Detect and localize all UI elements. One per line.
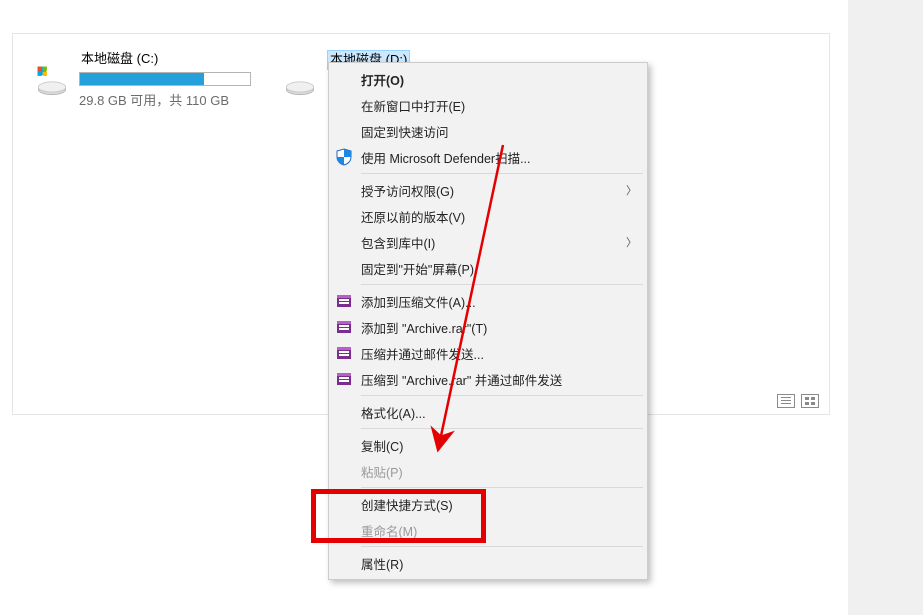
menu-grant-access-label: 授予访问权限(G)	[361, 181, 454, 200]
defender-shield-icon	[335, 148, 353, 166]
menu-separator	[361, 428, 643, 429]
menu-defender-scan[interactable]: 使用 Microsoft Defender扫描...	[331, 144, 645, 170]
drive-c-label: 本地磁盘 (C:)	[79, 50, 251, 68]
menu-copy[interactable]: 复制(C)	[331, 432, 645, 458]
menu-rar-add-label: 添加到压缩文件(A)...	[361, 292, 476, 311]
menu-include-lib-label: 包含到库中(I)	[361, 233, 435, 252]
menu-separator	[361, 284, 643, 285]
menu-defender-label: 使用 Microsoft Defender扫描...	[361, 148, 531, 167]
menu-winrar-compress-mail[interactable]: 压缩并通过邮件发送...	[331, 340, 645, 366]
menu-winrar-add-to-archive[interactable]: 添加到 "Archive.rar"(T)	[331, 314, 645, 340]
menu-open-new-window[interactable]: 在新窗口中打开(E)	[331, 92, 645, 118]
drive-c[interactable]: 本地磁盘 (C:) 29.8 GB 可用，共 110 GB	[35, 50, 285, 109]
menu-format[interactable]: 格式化(A)...	[331, 399, 645, 425]
view-details-icon[interactable]	[777, 394, 795, 408]
menu-format-label: 格式化(A)...	[361, 403, 426, 422]
menu-winrar-add[interactable]: 添加到压缩文件(A)...	[331, 288, 645, 314]
menu-pin-quick-label: 固定到快速访问	[361, 122, 449, 141]
menu-create-shortcut[interactable]: 创建快捷方式(S)	[331, 491, 645, 517]
menu-pin-quick-access[interactable]: 固定到快速访问	[331, 118, 645, 144]
right-gray-area	[848, 0, 923, 615]
winrar-icon	[335, 292, 353, 310]
winrar-icon	[335, 370, 353, 388]
menu-rename[interactable]: 重命名(M)	[331, 517, 645, 543]
drive-c-capacity-bar	[79, 72, 251, 86]
menu-separator	[361, 173, 643, 174]
menu-open-new-label: 在新窗口中打开(E)	[361, 96, 465, 115]
drive-icon	[283, 64, 317, 98]
menu-rar-add-to-label: 添加到 "Archive.rar"(T)	[361, 318, 487, 337]
menu-paste[interactable]: 粘贴(P)	[331, 458, 645, 484]
menu-pin-to-start[interactable]: 固定到"开始"屏幕(P)	[331, 255, 645, 281]
menu-rar-mail-label: 压缩并通过邮件发送...	[361, 344, 484, 363]
drive-icon	[35, 64, 69, 98]
menu-include-in-library[interactable]: 包含到库中(I) 〉	[331, 229, 645, 255]
menu-properties-label: 属性(R)	[361, 554, 403, 573]
drive-context-menu: 打开(O) 在新窗口中打开(E) 固定到快速访问 使用 Microsoft De…	[328, 62, 648, 580]
winrar-icon	[335, 344, 353, 362]
menu-grant-access[interactable]: 授予访问权限(G) 〉	[331, 177, 645, 203]
drive-c-capacity-fill	[80, 73, 204, 85]
view-mode-switcher	[777, 394, 819, 408]
menu-properties[interactable]: 属性(R)	[331, 550, 645, 576]
menu-previous-versions[interactable]: 还原以前的版本(V)	[331, 203, 645, 229]
menu-copy-label: 复制(C)	[361, 436, 403, 455]
menu-open-label: 打开(O)	[361, 70, 404, 89]
view-tiles-icon[interactable]	[801, 394, 819, 408]
menu-separator	[361, 487, 643, 488]
menu-rar-to-mail-label: 压缩到 "Archive.rar" 并通过邮件发送	[361, 370, 562, 389]
chevron-right-icon: 〉	[626, 234, 637, 250]
menu-paste-label: 粘贴(P)	[361, 462, 403, 481]
menu-open[interactable]: 打开(O)	[331, 66, 645, 92]
menu-separator	[361, 395, 643, 396]
menu-shortcut-label: 创建快捷方式(S)	[361, 495, 453, 514]
menu-pin-start-label: 固定到"开始"屏幕(P)	[361, 259, 474, 278]
chevron-right-icon: 〉	[626, 182, 637, 198]
menu-rename-label: 重命名(M)	[361, 521, 417, 540]
drive-c-free-text: 29.8 GB 可用，共 110 GB	[79, 90, 251, 109]
menu-winrar-compress-to-mail[interactable]: 压缩到 "Archive.rar" 并通过邮件发送	[331, 366, 645, 392]
winrar-icon	[335, 318, 353, 336]
menu-prev-versions-label: 还原以前的版本(V)	[361, 207, 465, 226]
menu-separator	[361, 546, 643, 547]
